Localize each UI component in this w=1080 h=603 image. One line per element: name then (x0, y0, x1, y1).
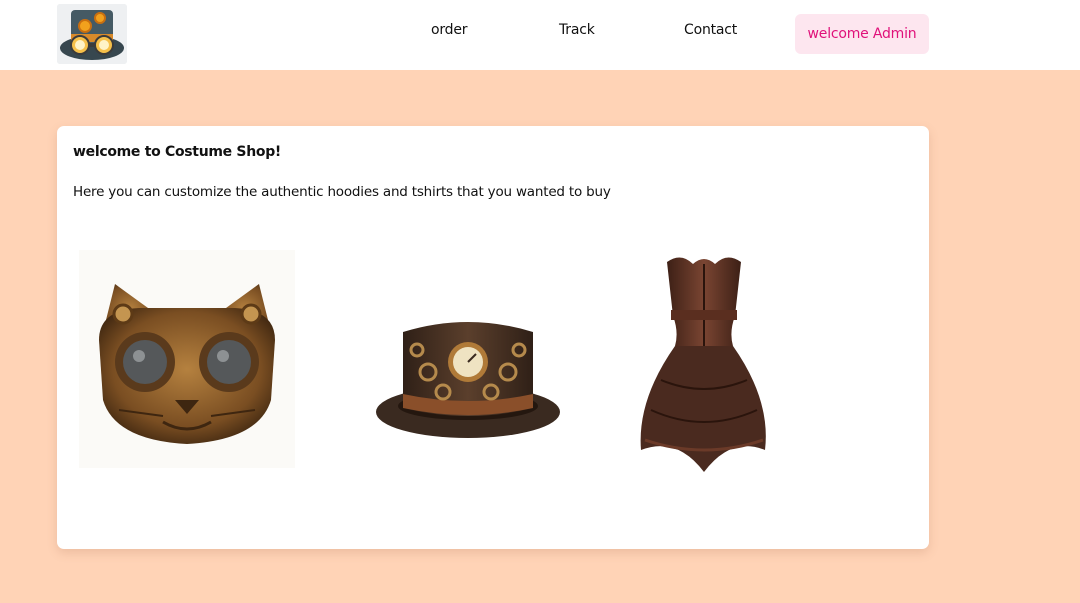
nav-link-contact[interactable]: Contact (684, 22, 737, 38)
logo-icon[interactable] (57, 4, 127, 64)
card-title: welcome to Costume Shop! (73, 144, 282, 160)
product-corset-dress-image[interactable] (631, 250, 777, 474)
product-top-hat-image[interactable] (373, 312, 563, 442)
product-cat-mask-image[interactable] (79, 250, 295, 468)
welcome-card: welcome to Costume Shop! Here you can cu… (57, 126, 929, 549)
top-navbar: order Track Contact welcome Admin (0, 0, 1080, 70)
nav-link-track[interactable]: Track (559, 22, 595, 38)
welcome-admin-button[interactable]: welcome Admin (795, 14, 929, 54)
card-description: Here you can customize the authentic hoo… (73, 184, 611, 200)
nav-link-order[interactable]: order (431, 22, 468, 38)
